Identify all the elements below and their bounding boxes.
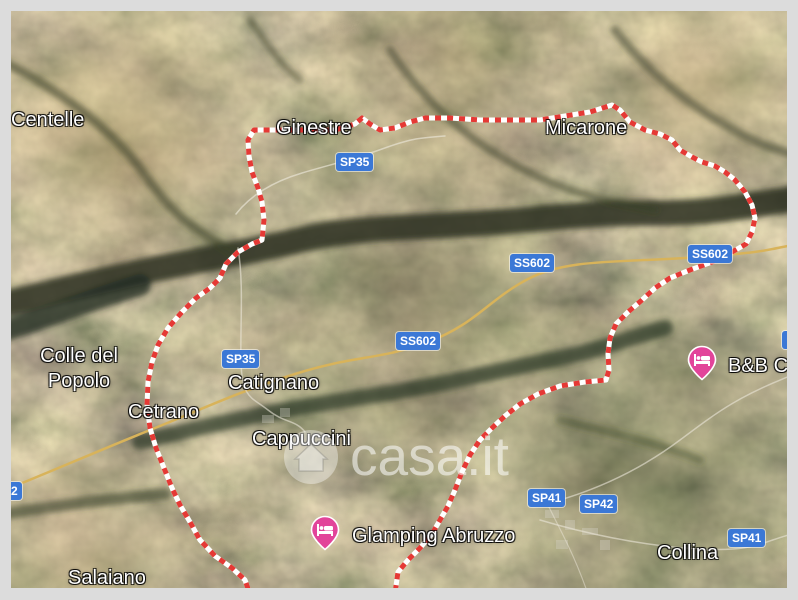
bed-icon [310, 515, 340, 551]
road-shield-ss602: SS602 [510, 254, 555, 272]
place-label-cetrano: Cetrano [128, 401, 200, 423]
map-layer: SP35 SS602 SS602 SS602 SP35 2 SP41 SP42 … [11, 11, 787, 588]
poi-label-bnb[interactable]: B&B C [728, 355, 787, 377]
satellite-map[interactable]: SP35 SS602 SS602 SS602 SP35 2 SP41 SP42 … [11, 11, 787, 588]
building-block [280, 408, 290, 417]
satellite-imagery [11, 11, 787, 588]
road-shield-ss602: SS602 [396, 332, 441, 350]
place-label-centelle: Centelle [11, 109, 85, 131]
house-circle-icon [282, 428, 340, 486]
road-shield-sp41: SP41 [528, 489, 566, 507]
road-shield-ss602: SS602 [688, 245, 733, 263]
road-shield-partial: 2 [11, 482, 22, 500]
place-label-collina: Collina [657, 542, 719, 564]
watermark-logo-text: casa.it [350, 425, 509, 487]
building-block [262, 415, 274, 423]
poi-marker-bnb[interactable] [687, 345, 717, 381]
poi-marker-glamping[interactable] [310, 515, 340, 551]
road-shield-sp42: SP42 [580, 495, 618, 513]
place-label-micarone: Micarone [545, 117, 628, 139]
bed-icon [687, 345, 717, 381]
road-shield-edge [782, 331, 787, 349]
building-block [600, 540, 610, 550]
place-label-salaiano: Salaiano [68, 567, 146, 588]
place-label-ginestre: Ginestre [276, 117, 352, 139]
road-shield-sp41: SP41 [728, 529, 766, 547]
road-shield-sp35: SP35 [222, 350, 260, 368]
road-shield-sp35: SP35 [336, 153, 374, 171]
place-label-catignano: Catignano [228, 372, 320, 394]
poi-label-glamping[interactable]: Glamping Abruzzo [352, 525, 515, 547]
place-label-colle-del-popolo: Colle del Popolo [40, 345, 118, 392]
